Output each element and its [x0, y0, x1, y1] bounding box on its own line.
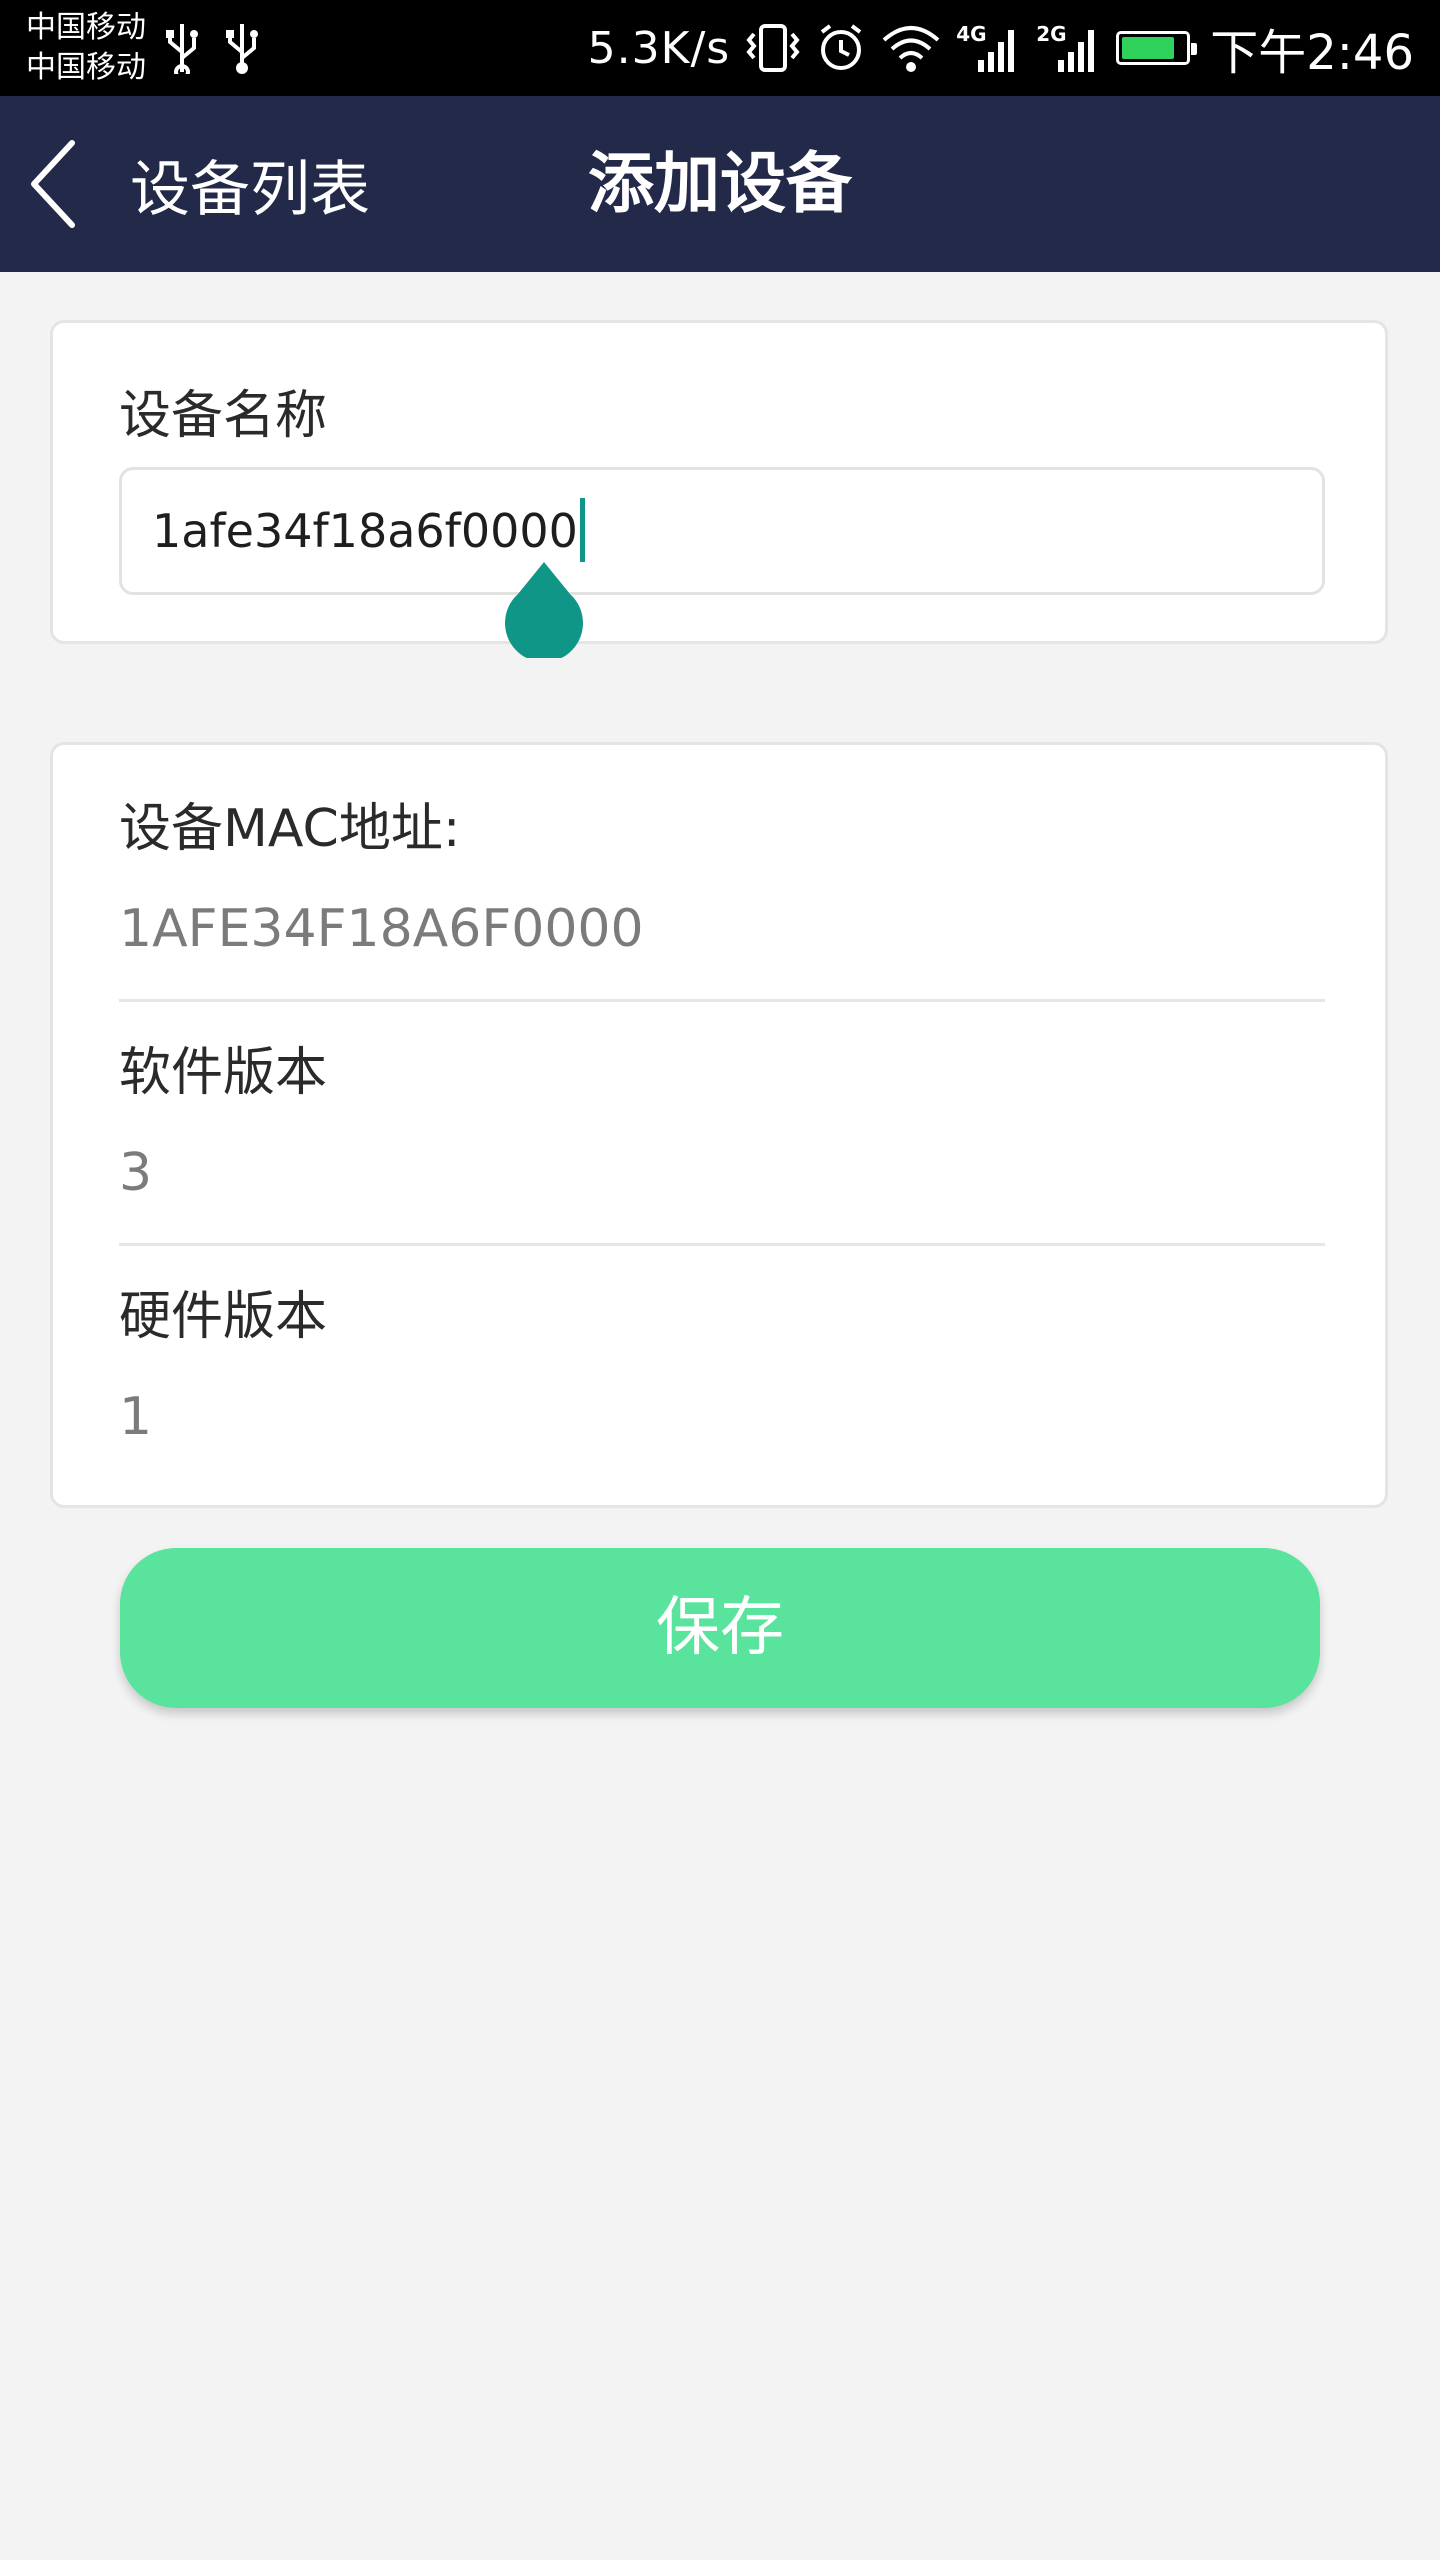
hardware-version-row: 硬件版本 1 [119, 1287, 1325, 1447]
usb-icon [166, 24, 198, 74]
status-icons: 5.3K/s 4G 2G 下午2:46 [588, 0, 1414, 96]
battery-charging-icon [1116, 31, 1198, 65]
usb-icon [226, 24, 258, 74]
software-version-label: 软件版本 [119, 1043, 328, 1103]
device-name-card: 设备名称 1afe34f18a6f0000 [50, 320, 1388, 644]
carrier-info: 中国移动 中国移动 [26, 8, 146, 88]
mac-address-row: 设备MAC地址: 1AFE34F18A6F0000 [119, 799, 1325, 959]
alarm-icon [821, 24, 862, 70]
status-bar: 中国移动 中国移动 5.3K/s 4G 2G 下午2:46 [0, 0, 1440, 96]
signal-icon: 4G [956, 22, 1022, 74]
vibrate-icon [746, 24, 800, 72]
device-info-card: 设备MAC地址: 1AFE34F18A6F0000 软件版本 3 硬件版本 1 [50, 742, 1388, 1508]
caret-handle-icon[interactable] [504, 562, 584, 658]
battery-level [1122, 37, 1174, 59]
clock: 下午2:46 [1210, 25, 1414, 81]
chevron-left-icon [31, 140, 75, 228]
software-version-row: 软件版本 3 [119, 1043, 1325, 1203]
net-speed: 5.3K/s [587, 22, 731, 74]
software-version-value: 3 [119, 1143, 153, 1203]
divider [119, 1243, 1325, 1246]
hardware-version-label: 硬件版本 [119, 1287, 328, 1347]
back-label: 设备列表 [130, 154, 370, 225]
device-name-label: 设备名称 [119, 386, 328, 446]
mac-address-value: 1AFE34F18A6F0000 [119, 899, 644, 959]
signal-icon: 2G [1036, 22, 1102, 74]
wifi-icon [882, 26, 940, 72]
carrier-1-label: 中国移动 [26, 10, 146, 45]
back-button[interactable]: 设备列表 [26, 136, 406, 232]
text-caret [580, 498, 585, 562]
device-name-input[interactable]: 1afe34f18a6f0000 [119, 467, 1325, 595]
carrier-2-label: 中国移动 [26, 50, 146, 85]
mac-address-label: 设备MAC地址: [119, 799, 461, 859]
divider [119, 999, 1325, 1002]
hardware-version-value: 1 [119, 1387, 153, 1447]
app-bar: 设备列表 [0, 96, 1440, 272]
save-button[interactable]: 保存 [120, 1548, 1320, 1708]
